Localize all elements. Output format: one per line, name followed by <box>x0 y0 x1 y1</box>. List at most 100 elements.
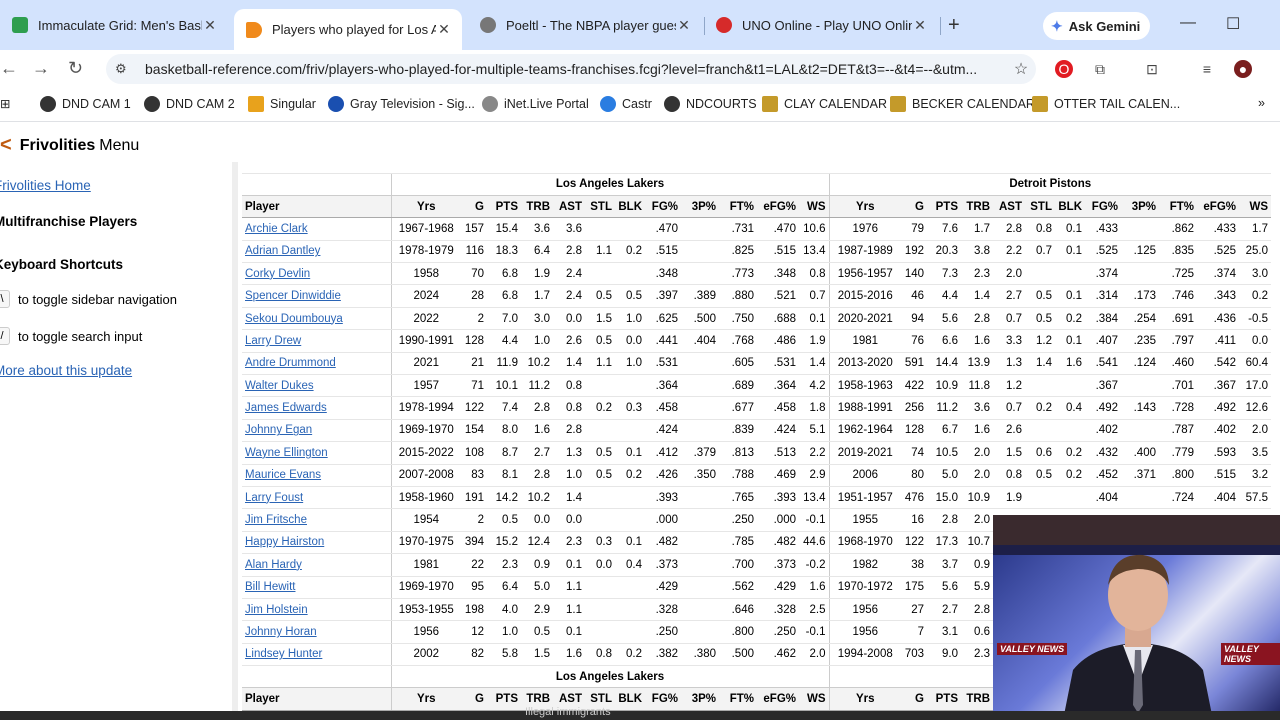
player-link[interactable]: Lindsey Hunter <box>245 648 322 660</box>
column-header-trb[interactable]: TRB <box>961 687 993 711</box>
bookmark-castr[interactable]: Castr <box>600 96 652 112</box>
player-link[interactable]: Andre Drummond <box>245 357 336 369</box>
maximize-icon[interactable]: ☐ <box>1226 14 1240 34</box>
column-header-pts[interactable]: PTS <box>927 687 961 711</box>
column-header-fg-pct[interactable]: FG% <box>1085 195 1121 219</box>
column-header-pts[interactable]: PTS <box>487 195 521 219</box>
extensions-puzzle-icon[interactable]: ⧉ <box>1091 60 1109 78</box>
column-header-ws[interactable]: WS <box>1239 195 1271 219</box>
bookmark-inet-live[interactable]: iNet.Live Portal <box>482 96 589 112</box>
column-header-ws[interactable]: WS <box>799 687 829 711</box>
bookmark-dnd-cam-1[interactable]: DND CAM 1 <box>40 96 131 112</box>
bookmark-singular[interactable]: Singular <box>248 96 316 112</box>
tab-poeltl[interactable]: Poeltl - The NBPA player guessing game ✕ <box>468 8 702 42</box>
column-header-player[interactable]: Player <box>242 687 392 711</box>
column-header-stl[interactable]: STL <box>585 195 615 219</box>
sidebar-section-title[interactable]: Multifranchise Players <box>0 214 137 229</box>
forward-icon[interactable]: → <box>32 58 50 79</box>
column-header-ft-pct[interactable]: FT% <box>1159 195 1197 219</box>
apps-grid-icon[interactable]: ⊞ <box>0 96 10 111</box>
player-link[interactable]: Larry Drew <box>245 335 301 347</box>
more-bookmarks-icon[interactable]: » <box>1258 96 1265 110</box>
player-link[interactable]: Bill Hewitt <box>245 581 295 593</box>
profile-avatar[interactable]: ● <box>1234 60 1252 78</box>
column-header-pts[interactable]: PTS <box>487 687 521 711</box>
screenshot-icon[interactable]: ⊡ <box>1143 60 1161 78</box>
site-info-icon[interactable]: ⚙ <box>115 61 135 77</box>
column-header-yrs[interactable]: Yrs <box>828 687 901 711</box>
media-controls-icon[interactable]: ≡ <box>1198 60 1216 78</box>
player-link[interactable]: Alan Hardy <box>245 559 302 571</box>
bookmark-otter-tail-calendar[interactable]: OTTER TAIL CALEN... <box>1032 96 1180 112</box>
column-header-ws[interactable]: WS <box>799 195 829 219</box>
column-header-3p-pct[interactable]: 3P% <box>681 195 719 219</box>
column-header-pts[interactable]: PTS <box>927 195 961 219</box>
bookmark-becker-calendar[interactable]: BECKER CALENDAR <box>890 96 1035 112</box>
player-link[interactable]: Larry Foust <box>245 492 303 504</box>
back-icon[interactable]: ← <box>0 58 18 79</box>
column-header-efg-pct[interactable]: eFG% <box>1197 195 1239 219</box>
column-header-g[interactable]: G <box>901 687 927 711</box>
opera-extension-icon[interactable]: O <box>1055 60 1073 78</box>
close-icon[interactable]: ✕ <box>912 17 928 34</box>
player-link[interactable]: Archie Clark <box>245 223 308 235</box>
url-text[interactable]: basketball-reference.com/friv/players-wh… <box>145 61 1006 77</box>
player-link[interactable]: Happy Hairston <box>245 536 324 548</box>
column-header-efg-pct[interactable]: eFG% <box>757 195 799 219</box>
bookmark-star-icon[interactable]: ☆ <box>1006 59 1036 79</box>
player-link[interactable]: Johnny Horan <box>245 626 317 638</box>
new-tab-button[interactable]: + <box>948 14 960 37</box>
site-brand[interactable]: Frivolities <box>20 137 96 155</box>
bookmark-gray-television[interactable]: Gray Television - Sig... <box>328 96 475 112</box>
column-header-g[interactable]: G <box>901 195 927 219</box>
column-header-g[interactable]: G <box>461 687 487 711</box>
menu-label[interactable]: Menu <box>99 137 139 155</box>
player-link[interactable]: Jim Fritsche <box>245 514 307 526</box>
player-link[interactable]: Sekou Doumbouya <box>245 313 343 325</box>
ask-gemini-button[interactable]: ✦ Ask Gemini <box>1043 12 1151 40</box>
column-header-g[interactable]: G <box>461 195 487 219</box>
column-header-player[interactable]: Player <box>242 195 392 219</box>
column-header-fg-pct[interactable]: FG% <box>645 687 681 711</box>
chevron-left-icon[interactable]: < <box>0 134 12 157</box>
column-header-ast[interactable]: AST <box>553 195 585 219</box>
reload-icon[interactable]: ↻ <box>68 58 83 79</box>
column-header-3p-pct[interactable]: 3P% <box>681 687 719 711</box>
column-header-stl[interactable]: STL <box>1025 195 1055 219</box>
column-header-ft-pct[interactable]: FT% <box>719 195 757 219</box>
player-link[interactable]: Spencer Dinwiddie <box>245 290 341 302</box>
tab-immaculate-grid[interactable]: Immaculate Grid: Men's Basketball ✕ <box>0 8 228 42</box>
column-header-trb[interactable]: TRB <box>961 195 993 219</box>
player-link[interactable]: Johnny Egan <box>245 424 312 436</box>
close-icon[interactable]: ✕ <box>202 17 218 34</box>
column-header-efg-pct[interactable]: eFG% <box>757 687 799 711</box>
close-icon[interactable]: ✕ <box>676 17 692 34</box>
tab-uno-online[interactable]: UNO Online - Play UNO Online ✕ <box>704 8 938 42</box>
column-header-blk[interactable]: BLK <box>615 687 645 711</box>
minimize-icon[interactable]: — <box>1180 14 1196 32</box>
player-link[interactable]: Walter Dukes <box>245 380 314 392</box>
player-link[interactable]: James Edwards <box>245 402 327 414</box>
column-header-trb[interactable]: TRB <box>521 195 553 219</box>
column-header-fg-pct[interactable]: FG% <box>645 195 681 219</box>
player-link[interactable]: Jim Holstein <box>245 604 308 616</box>
column-header-blk[interactable]: BLK <box>1055 195 1085 219</box>
column-header-ft-pct[interactable]: FT% <box>719 687 757 711</box>
tab-players-lakers[interactable]: Players who played for Los Angeles Laker… <box>234 9 462 50</box>
column-header-yrs[interactable]: Yrs <box>391 687 461 711</box>
player-link[interactable]: Corky Devlin <box>245 268 310 280</box>
column-header-yrs[interactable]: Yrs <box>828 195 901 219</box>
column-header-yrs[interactable]: Yrs <box>391 195 461 219</box>
bookmark-ndcourts[interactable]: NDCOURTS <box>664 96 757 112</box>
player-link[interactable]: Adrian Dantley <box>245 245 320 257</box>
close-icon[interactable]: ✕ <box>436 21 452 38</box>
frivolities-home-link[interactable]: Frivolities Home <box>0 178 91 193</box>
player-link[interactable]: Maurice Evans <box>245 469 321 481</box>
column-header-3p-pct[interactable]: 3P% <box>1121 195 1159 219</box>
bookmark-dnd-cam-2[interactable]: DND CAM 2 <box>144 96 235 112</box>
more-about-update-link[interactable]: More about this update <box>0 363 132 378</box>
bookmark-clay-calendar[interactable]: CLAY CALENDAR <box>762 96 887 112</box>
address-bar[interactable]: ⚙ basketball-reference.com/friv/players-… <box>106 54 1036 84</box>
player-link[interactable]: Wayne Ellington <box>245 447 328 459</box>
column-header-blk[interactable]: BLK <box>615 195 645 219</box>
